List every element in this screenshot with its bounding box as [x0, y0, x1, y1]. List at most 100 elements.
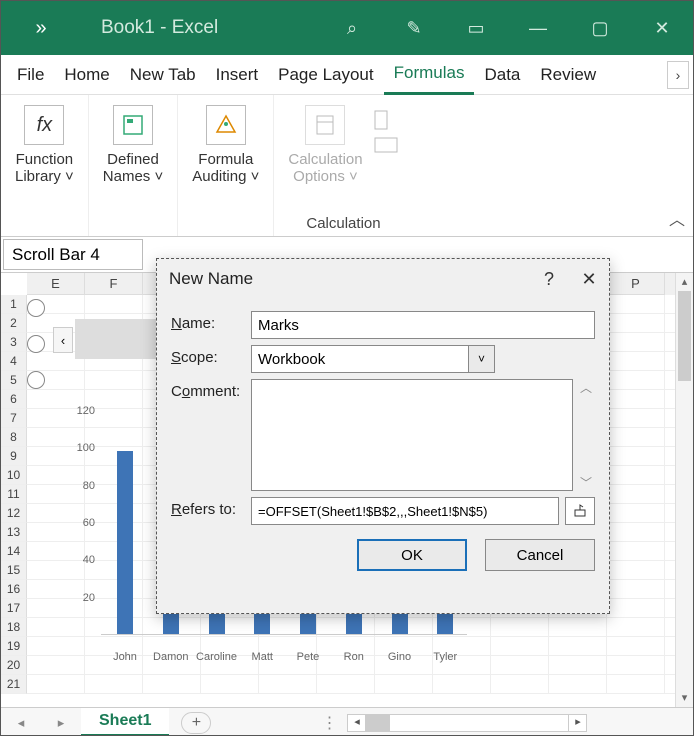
row-header[interactable]: 2 [1, 314, 27, 333]
comment-textarea[interactable] [251, 379, 573, 491]
control-handle[interactable] [27, 299, 45, 317]
control-handle[interactable] [27, 335, 45, 353]
name-tag-icon [113, 105, 153, 145]
row-header[interactable]: 6 [1, 390, 27, 409]
formula-auditing-button[interactable]: Formula Auditing ˅ [186, 101, 265, 189]
refers-to-input[interactable] [251, 497, 559, 525]
row-header[interactable]: 20 [1, 656, 27, 675]
quick-access-chevron[interactable]: » [1, 17, 81, 40]
calculation-options-button[interactable]: Calculation Options ˅ [282, 101, 368, 189]
row-header[interactable]: 3 [1, 333, 27, 352]
calc-now-icon[interactable] [369, 101, 405, 189]
ribbon-tab-new-tab[interactable]: New Tab [120, 56, 206, 94]
hscroll-thumb[interactable] [366, 715, 390, 731]
chart-y-tick: 60 [61, 517, 95, 529]
scrollbar-thumb[interactable] [678, 291, 691, 381]
ribbon-tab-data[interactable]: Data [474, 56, 530, 94]
ribbon: fx Function Library ˅ Defined Names ˅ Fo… [1, 95, 693, 237]
scrollbar-form-control[interactable]: ‹ [27, 297, 137, 385]
row-headers[interactable]: 123456789101112131415161718192021 [1, 295, 27, 694]
row-header[interactable]: 14 [1, 542, 27, 561]
row-header[interactable]: 8 [1, 428, 27, 447]
search-icon[interactable]: ⌕ [321, 1, 383, 55]
name-input[interactable] [251, 311, 595, 339]
scroll-down-icon[interactable]: ▾ [676, 689, 693, 707]
help-button[interactable]: ? [529, 269, 569, 290]
textarea-scrollbar[interactable]: ︿﹀ [577, 379, 595, 491]
sheet-options-icon[interactable]: ⋮ [321, 713, 339, 733]
ribbon-tab-page-layout[interactable]: Page Layout [268, 56, 383, 94]
scroll-up-icon[interactable]: ▴ [676, 273, 693, 291]
minimize-button[interactable]: — [507, 1, 569, 55]
chart-y-tick: 40 [61, 554, 95, 566]
function-library-button[interactable]: fx Function Library ˅ [9, 101, 80, 189]
row-header[interactable]: 9 [1, 447, 27, 466]
ribbon-tab-file[interactable]: File [7, 56, 54, 94]
vertical-scrollbar[interactable]: ▴ ▾ [675, 273, 693, 707]
app-title: Book1 - Excel [81, 17, 251, 39]
chevron-down-icon[interactable]: ˅ [468, 346, 494, 372]
titlebar: » Book1 - Excel ⌕ ✎ ▭ — ▢ ✕ [1, 1, 693, 55]
row-header[interactable]: 1 [1, 295, 27, 314]
chart-y-tick: 120 [61, 405, 95, 417]
horizontal-scrollbar[interactable]: ◂ ▸ [347, 714, 587, 732]
row-header[interactable]: 16 [1, 580, 27, 599]
scope-label: Scope: [171, 345, 251, 366]
control-handle[interactable] [27, 371, 45, 389]
collapse-ribbon-icon[interactable]: ︿ [669, 206, 685, 230]
row-header[interactable]: 10 [1, 466, 27, 485]
scroll-right-icon[interactable]: ▸ [568, 715, 586, 731]
scope-select[interactable]: Workbook ˅ [251, 345, 495, 373]
row-header[interactable]: 11 [1, 485, 27, 504]
scrollbar-left-arrow[interactable]: ‹ [53, 327, 73, 353]
column-header[interactable]: P [607, 273, 665, 295]
scroll-left-icon[interactable]: ◂ [348, 715, 366, 731]
row-header[interactable]: 4 [1, 352, 27, 371]
chart-x-label: Tyler [422, 651, 468, 663]
chart-x-label: Damon [148, 651, 194, 663]
row-header[interactable]: 7 [1, 409, 27, 428]
ribbon-tab-review[interactable]: Review [530, 56, 606, 94]
scrollbar-track[interactable] [75, 319, 165, 359]
presentation-mode-icon[interactable]: ▭ [445, 1, 507, 55]
row-header[interactable]: 12 [1, 504, 27, 523]
chart-x-label: Gino [377, 651, 423, 663]
row-header[interactable]: 13 [1, 523, 27, 542]
chart-x-label: John [102, 651, 148, 663]
ribbon-tab-home[interactable]: Home [54, 56, 119, 94]
name-box[interactable]: Scroll Bar 4 [3, 239, 143, 270]
row-header[interactable]: 17 [1, 599, 27, 618]
chart-x-label: Matt [239, 651, 285, 663]
ribbon-tab-insert[interactable]: Insert [206, 56, 269, 94]
dialog-title: New Name [169, 269, 253, 289]
chart-y-tick: 100 [61, 442, 95, 454]
row-header[interactable]: 5 [1, 371, 27, 390]
sheet-nav-next[interactable]: ▸ [41, 715, 81, 731]
range-selector-button[interactable] [565, 497, 595, 525]
column-header[interactable]: E [27, 273, 85, 295]
maximize-button[interactable]: ▢ [569, 1, 631, 55]
defined-names-button[interactable]: Defined Names ˅ [97, 101, 169, 189]
chart-x-label: Ron [331, 651, 377, 663]
ok-button[interactable]: OK [357, 539, 467, 571]
sheet-tab-bar: ◂ ▸ Sheet1 + ⋮ ◂ ▸ [1, 707, 693, 736]
close-window-button[interactable]: ✕ [631, 1, 693, 55]
sheet-nav-prev[interactable]: ◂ [1, 715, 41, 731]
chart-x-label: Caroline [194, 651, 240, 663]
ribbon-overflow-button[interactable]: › [667, 61, 689, 89]
close-dialog-button[interactable]: ✕ [569, 269, 609, 290]
sheet-tab[interactable]: Sheet1 [81, 708, 169, 736]
cancel-button[interactable]: Cancel [485, 539, 595, 571]
add-sheet-button[interactable]: + [181, 712, 211, 734]
row-header[interactable]: 15 [1, 561, 27, 580]
calculation-group-label: Calculation [306, 215, 380, 236]
row-header[interactable]: 21 [1, 675, 27, 694]
chart-y-tick: 20 [61, 592, 95, 604]
ribbon-tab-formulas[interactable]: Formulas [384, 54, 475, 95]
wand-icon[interactable]: ✎ [383, 1, 445, 55]
column-header[interactable]: F [85, 273, 143, 295]
chart-bar [117, 451, 133, 634]
row-header[interactable]: 18 [1, 618, 27, 637]
row-header[interactable]: 19 [1, 637, 27, 656]
new-name-dialog: New Name ? ✕ Name: Scope: Workbook ˅ Com… [156, 258, 610, 614]
